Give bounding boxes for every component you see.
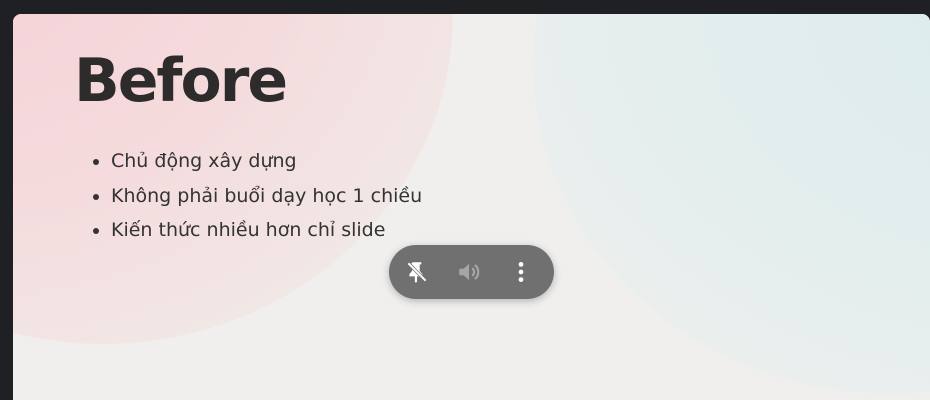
bullet-item: Chủ động xây dựng [111, 144, 422, 179]
floating-media-toolbar [389, 245, 554, 299]
unpin-button[interactable] [402, 257, 432, 287]
slide-content: Before Chủ động xây dựng Không phải buổi… [13, 14, 930, 400]
volume-button[interactable] [454, 257, 484, 287]
bullet-list: Chủ động xây dựng Không phải buổi dạy họ… [93, 144, 422, 248]
slide-canvas: Before Chủ động xây dựng Không phải buổi… [13, 14, 930, 400]
unpin-icon [407, 262, 427, 283]
bullet-item: Không phải buổi dạy học 1 chiều [111, 179, 422, 214]
slide-title: Before [74, 46, 288, 116]
more-vertical-icon [518, 262, 524, 282]
volume-icon [459, 263, 480, 281]
more-options-button[interactable] [506, 257, 536, 287]
bullet-item: Kiến thức nhiều hơn chỉ slide [111, 213, 422, 248]
